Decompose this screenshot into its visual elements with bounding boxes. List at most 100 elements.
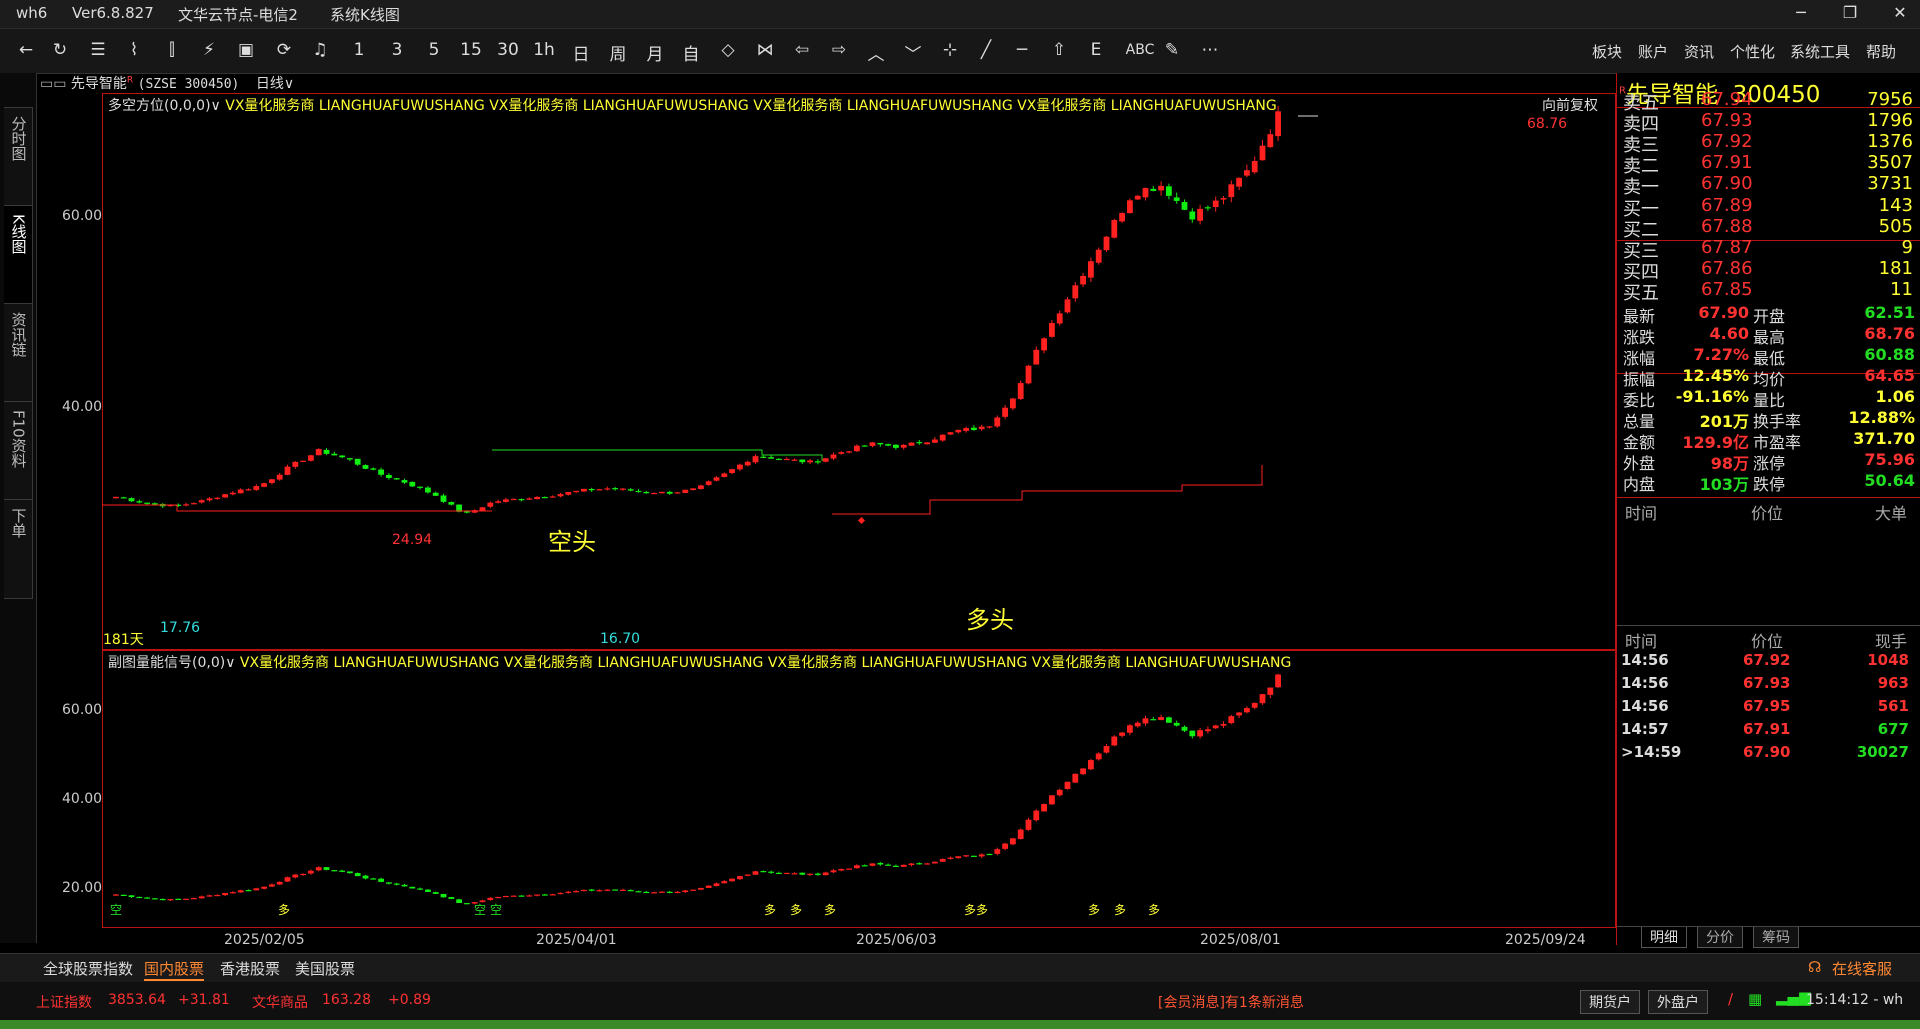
bid-row[interactable]: 买五 67.85 11 bbox=[1621, 279, 1917, 304]
tab-us-stocks[interactable]: 美国股票 bbox=[295, 958, 355, 979]
refresh-icon[interactable]: ↻ bbox=[46, 40, 74, 60]
maximize-button[interactable]: ❐ bbox=[1835, 3, 1865, 25]
candle-body bbox=[908, 442, 915, 446]
index1-name[interactable]: 上证指数 bbox=[36, 992, 92, 1012]
candle-body bbox=[815, 461, 821, 463]
period-month[interactable]: 月 bbox=[641, 40, 669, 65]
tab-domestic-stocks[interactable]: 国内股票 bbox=[144, 958, 205, 981]
sync-icon[interactable]: ⟳ bbox=[270, 40, 298, 60]
period-selector[interactable]: 日线 bbox=[256, 76, 284, 92]
candle-body bbox=[643, 492, 650, 494]
down-icon[interactable]: ﹀ bbox=[899, 40, 927, 65]
candle-body bbox=[214, 894, 221, 897]
headset-icon[interactable]: ☊ bbox=[1808, 958, 1821, 976]
tab-timeshare[interactable]: 分时图 bbox=[4, 107, 33, 207]
list-icon[interactable]: ☰ bbox=[84, 40, 112, 60]
more-icon[interactable]: ⋯ bbox=[1196, 40, 1224, 60]
fit-icon[interactable]: ⋈ bbox=[751, 40, 779, 60]
tab-f10[interactable]: F10资料 bbox=[4, 401, 33, 501]
index1-value: 3853.64 bbox=[108, 992, 166, 1008]
tab-price-dist[interactable]: 分价 bbox=[1697, 927, 1743, 948]
candle-body bbox=[222, 892, 228, 896]
candle-body bbox=[1259, 145, 1266, 161]
period-15[interactable]: 15 bbox=[457, 40, 485, 60]
board-icon[interactable]: ▣ bbox=[232, 40, 260, 60]
candle-body bbox=[1103, 746, 1110, 753]
candle-body bbox=[877, 862, 884, 865]
tab-global-index[interactable]: 全球股票指数 bbox=[43, 958, 133, 979]
candle-body bbox=[510, 498, 517, 501]
ask-row[interactable]: 卖一 67.90 3731 bbox=[1621, 173, 1917, 198]
fib-icon[interactable]: Ε bbox=[1082, 40, 1110, 60]
period-1h[interactable]: 1h bbox=[530, 40, 558, 60]
tab-newslink[interactable]: 资讯链 bbox=[4, 303, 33, 403]
candle-body bbox=[1025, 365, 1032, 384]
server-node[interactable]: 文华云节点-电信2 bbox=[178, 4, 298, 25]
left-icon[interactable]: ⇦ bbox=[788, 40, 816, 60]
tab-order[interactable]: 下单 bbox=[4, 499, 33, 599]
menu-icon[interactable]: ▭▭ bbox=[40, 76, 66, 92]
candle-body bbox=[1275, 674, 1281, 688]
candle-body bbox=[1228, 716, 1235, 724]
menu-news[interactable]: 资讯 bbox=[1684, 41, 1714, 62]
candle-body bbox=[963, 855, 969, 857]
member-message[interactable]: [会员消息]有1条新消息 bbox=[1158, 992, 1304, 1012]
candle-body bbox=[448, 502, 455, 505]
quote-panel: R先导智能 300450 卖五 67.94 7956 卖四 67.93 1796 卖三 67.… bbox=[1616, 73, 1920, 948]
tab-chips[interactable]: 筹码 bbox=[1753, 927, 1799, 948]
menu-system-tools[interactable]: 系统工具 bbox=[1790, 41, 1850, 62]
y-tick: 40.00 bbox=[62, 399, 103, 415]
sub-candlestick-chart[interactable]: 空多空空多多多多多多多多 bbox=[102, 650, 1616, 928]
bell-icon[interactable]: ♫ bbox=[306, 40, 334, 60]
separator-icon: / bbox=[1728, 990, 1734, 1008]
tick-row[interactable]: 14:57 67.91 677 bbox=[1617, 720, 1920, 742]
stat-value: 12.88% bbox=[1848, 408, 1915, 427]
candle-icon[interactable]: ⫿ bbox=[158, 40, 186, 60]
pen-icon[interactable]: ✎ bbox=[1158, 40, 1186, 60]
period-5[interactable]: 5 bbox=[420, 40, 448, 60]
candle-body bbox=[425, 487, 431, 493]
tab-detail[interactable]: 明细 bbox=[1641, 927, 1687, 948]
tool-icon[interactable]: ⚡ bbox=[195, 40, 223, 60]
text-icon[interactable]: ABC bbox=[1120, 42, 1160, 58]
candle-body bbox=[479, 900, 486, 903]
tick-row[interactable]: 14:56 67.95 561 bbox=[1617, 697, 1920, 719]
menu-help[interactable]: 帮助 bbox=[1866, 41, 1896, 62]
period-day[interactable]: 日 bbox=[567, 40, 595, 65]
hline-icon[interactable]: ─ bbox=[1008, 40, 1036, 60]
menu-account[interactable]: 账户 bbox=[1638, 41, 1668, 62]
candle-body bbox=[1197, 208, 1203, 221]
candlestick-chart[interactable] bbox=[102, 93, 1616, 650]
crosshair-icon[interactable]: ⊹ bbox=[936, 40, 964, 60]
arrow-icon[interactable]: ⇧ bbox=[1045, 40, 1073, 60]
online-service[interactable]: 在线客服 bbox=[1832, 958, 1892, 979]
right-icon[interactable]: ⇨ bbox=[825, 40, 853, 60]
index2-name[interactable]: 文华商品 bbox=[252, 992, 308, 1012]
period-caret[interactable]: ∨ bbox=[284, 76, 294, 92]
candle-body bbox=[885, 864, 891, 866]
candle-body bbox=[1017, 383, 1024, 399]
minimize-button[interactable]: ─ bbox=[1786, 3, 1816, 25]
up-icon[interactable]: ︿ bbox=[862, 40, 890, 65]
tick-row[interactable]: 14:56 67.92 1048 bbox=[1617, 651, 1920, 673]
period-custom[interactable]: 自 bbox=[677, 40, 705, 65]
back-icon[interactable]: ← bbox=[12, 40, 40, 60]
futures-account-button[interactable]: 期货户 bbox=[1580, 990, 1640, 1014]
draw-line-icon[interactable]: ╱ bbox=[972, 40, 1000, 60]
foreign-account-button[interactable]: 外盘户 bbox=[1648, 990, 1708, 1014]
tick-row[interactable]: >14:59 67.90 30027 bbox=[1617, 743, 1920, 765]
tick-row[interactable]: 14:56 67.93 963 bbox=[1617, 674, 1920, 696]
stat-label: 跌停 bbox=[1753, 475, 1786, 494]
period-30[interactable]: 30 bbox=[494, 40, 522, 60]
keyboard-icon[interactable]: ▦ bbox=[1748, 990, 1762, 1008]
tab-hk-stocks[interactable]: 香港股票 bbox=[220, 958, 280, 979]
menu-personalize[interactable]: 个性化 bbox=[1730, 41, 1775, 62]
line-chart-icon[interactable]: ⌇ bbox=[120, 40, 148, 60]
period-week[interactable]: 周 bbox=[604, 40, 632, 65]
close-button[interactable]: ✕ bbox=[1885, 3, 1915, 25]
tab-kline[interactable]: K线图 bbox=[4, 205, 33, 305]
zoom-icon[interactable]: ◇ bbox=[714, 40, 742, 60]
menu-sector[interactable]: 板块 bbox=[1592, 41, 1622, 62]
period-1[interactable]: 1 bbox=[345, 40, 373, 60]
period-3[interactable]: 3 bbox=[383, 40, 411, 60]
